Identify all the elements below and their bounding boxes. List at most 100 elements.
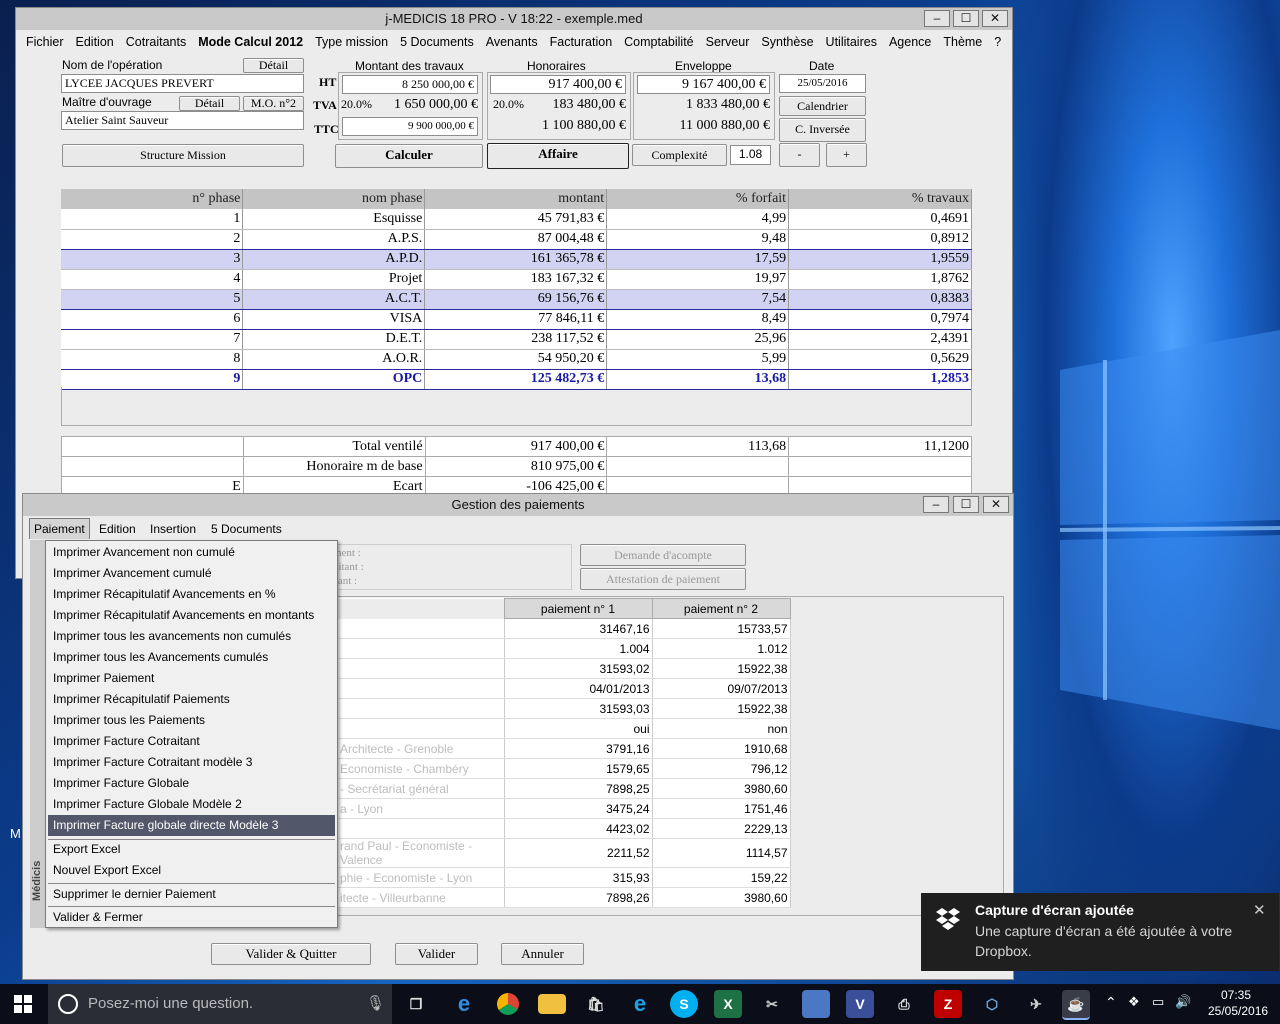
payment-cell[interactable]: 1910,68: [652, 738, 791, 759]
payment-cell[interactable]: 3980,60: [652, 887, 791, 908]
dropbox-notification[interactable]: Capture d'écran ajoutée Une capture d'éc…: [921, 893, 1279, 971]
menu-item-recap-paiements[interactable]: Imprimer Récapitulatif Paiements: [48, 689, 335, 710]
payment-menu-paiement[interactable]: Paiement: [29, 518, 90, 539]
c-inversee-button[interactable]: C. Inversée: [779, 118, 866, 142]
travaux-ttc-field[interactable]: 9 900 000,00 €: [342, 117, 478, 136]
skype-icon[interactable]: S: [670, 990, 698, 1018]
edge-icon[interactable]: e: [450, 990, 478, 1018]
menu-synthese[interactable]: Synthèse: [755, 35, 819, 49]
attestation-paiement-button[interactable]: Attestation de paiement: [580, 568, 746, 590]
payment-cell[interactable]: 7898,25: [504, 778, 653, 799]
menu-item-facture-globale-directe-modele-3[interactable]: Imprimer Facture globale directe Modèle …: [48, 815, 335, 836]
payment-cell[interactable]: 4423,02: [504, 818, 653, 839]
menu-comptabilite[interactable]: Comptabilité: [618, 35, 699, 49]
menu-edition[interactable]: Edition: [70, 35, 120, 49]
date-field[interactable]: 25/05/2016: [779, 74, 866, 93]
hon-ht-field[interactable]: 917 400,00 €: [490, 75, 626, 94]
payment-cell[interactable]: 1.004: [504, 638, 653, 659]
env-ht-field[interactable]: 9 167 400,00 €: [637, 75, 770, 94]
toast-close-icon[interactable]: ✕: [1253, 901, 1266, 919]
menu-fichier[interactable]: Fichier: [20, 35, 70, 49]
menu-facturation[interactable]: Facturation: [544, 35, 619, 49]
payment-titlebar[interactable]: Gestion des paiements – ☐ ✕: [23, 494, 1013, 516]
table-row[interactable]: Economiste - Chambéry 1579,65 796,12: [338, 758, 791, 779]
demande-acompte-button[interactable]: Demande d'acompte: [580, 544, 746, 566]
menu-theme[interactable]: Thème: [937, 35, 988, 49]
payment-minimize-button[interactable]: –: [923, 496, 949, 513]
complexite-field[interactable]: 1.08: [730, 145, 771, 165]
detail-operation-button[interactable]: Détail: [243, 58, 304, 73]
main-titlebar[interactable]: j-MEDICIS 18 PRO - V 18:22 - exemple.med…: [16, 8, 1012, 30]
payment-cell[interactable]: non: [652, 718, 791, 739]
payment-close-button[interactable]: ✕: [983, 496, 1009, 513]
table-row[interactable]: oui non: [338, 718, 791, 739]
close-button[interactable]: ✕: [982, 10, 1008, 27]
calculer-button[interactable]: Calculer: [335, 144, 483, 168]
task-view-icon[interactable]: ❐: [402, 990, 430, 1018]
travaux-ht-field[interactable]: 8 250 000,00 €: [342, 75, 478, 94]
menu-item-facture-globale-modele-2[interactable]: Imprimer Facture Globale Modèle 2: [48, 794, 335, 815]
menu-item-facture-cotraitant-modele-3[interactable]: Imprimer Facture Cotraitant modèle 3: [48, 752, 335, 773]
table-row[interactable]: 8 A.O.R. 54 950,20 €5,99 0,5629: [61, 349, 972, 370]
mo-2-button[interactable]: M.O. n°2: [243, 96, 304, 111]
menu-item-recap-avancements-montants[interactable]: Imprimer Récapitulatif Avancements en mo…: [48, 605, 335, 626]
clock-time[interactable]: 07:35: [1221, 988, 1251, 1002]
menu-utilitaires[interactable]: Utilitaires: [820, 35, 883, 49]
menu-item-supprimer-dernier-paiement[interactable]: Supprimer le dernier Paiement: [48, 884, 335, 905]
table-row[interactable]: - Secrétariat général 7898,25 3980,60: [338, 778, 791, 799]
menu-item-export-excel[interactable]: Export Excel: [48, 839, 335, 860]
menu-item-tous-avancements-non-cumules[interactable]: Imprimer tous les avancements non cumulé…: [48, 626, 335, 647]
table-row[interactable]: Architecte - Grenoble 3791,16 1910,68: [338, 738, 791, 759]
menu-agence[interactable]: Agence: [883, 35, 937, 49]
detail-mo-button[interactable]: Détail: [179, 96, 240, 111]
store-icon[interactable]: 🛍: [582, 990, 610, 1018]
printer-icon[interactable]: ⎙: [890, 990, 918, 1018]
menu-item-tous-avancements-cumules[interactable]: Imprimer tous les Avancements cumulés: [48, 647, 335, 668]
payment-menu-insertion[interactable]: Insertion: [150, 522, 196, 536]
table-row[interactable]: 2 A.P.S. 87 004,48 €9,48 0,8912: [61, 229, 972, 250]
table-row[interactable]: 31467,16 15733,57: [338, 618, 791, 639]
menu-item-valider-fermer[interactable]: Valider & Fermer: [48, 907, 335, 928]
menu-avenants[interactable]: Avenants: [480, 35, 544, 49]
payment-cell[interactable]: 315,93: [504, 867, 653, 888]
payment-cell[interactable]: 3475,24: [504, 798, 653, 819]
payment-cell[interactable]: 31467,16: [504, 618, 653, 639]
menu-item-facture-cotraitant[interactable]: Imprimer Facture Cotraitant: [48, 731, 335, 752]
payment-cell[interactable]: oui: [504, 718, 653, 739]
misc-app-icon[interactable]: ✈: [1022, 990, 1050, 1018]
valider-quitter-button[interactable]: Valider & Quitter: [211, 943, 371, 965]
table-row[interactable]: 6 VISA 77 846,11 €8,49 0,7974: [61, 309, 972, 330]
virtualbox-icon[interactable]: ⬡: [978, 990, 1006, 1018]
java-icon[interactable]: ☕: [1062, 990, 1090, 1020]
structure-mission-button[interactable]: Structure Mission: [62, 144, 304, 167]
nom-operation-field[interactable]: LYCEE JACQUES PREVERT: [61, 74, 304, 93]
menu-item-avancement-non-cumule[interactable]: Imprimer Avancement non cumulé: [48, 542, 335, 563]
payment-cell[interactable]: 1.012: [652, 638, 791, 659]
payment-cell[interactable]: 7898,26: [504, 887, 653, 908]
payment-cell[interactable]: 1579,65: [504, 758, 653, 779]
cortana-search-box[interactable]: Posez-moi une question. 🎙: [48, 984, 392, 1024]
payment-cell[interactable]: 159,22: [652, 867, 791, 888]
app-window-icon[interactable]: [802, 990, 830, 1018]
windows-start-icon[interactable]: [14, 995, 32, 1013]
tray-chevron-icon[interactable]: ⌃: [1105, 994, 1117, 1011]
table-row[interactable]: rand Paul - Economiste - Valence 2211,52 1…: [338, 838, 791, 868]
tray-network-icon[interactable]: ▭: [1152, 994, 1164, 1010]
payment-cell[interactable]: 1114,57: [652, 838, 791, 868]
valider-button[interactable]: Valider: [395, 943, 478, 965]
payment-cell[interactable]: 3791,16: [504, 738, 653, 759]
menu-mode-calcul[interactable]: Mode Calcul 2012: [192, 35, 309, 49]
menu-item-avancement-cumule[interactable]: Imprimer Avancement cumulé: [48, 563, 335, 584]
menu-5-documents[interactable]: 5 Documents: [394, 35, 480, 49]
clock-date[interactable]: 25/05/2016: [1208, 1004, 1268, 1018]
maitre-ouvrage-field[interactable]: Atelier Saint Sauveur: [61, 111, 304, 130]
tray-volume-icon[interactable]: 🔊: [1175, 994, 1191, 1010]
menu-serveur[interactable]: Serveur: [700, 35, 756, 49]
payment-cell[interactable]: 31593,03: [504, 698, 653, 719]
table-row[interactable]: 4 Projet 183 167,32 €19,97 1,8762: [61, 269, 972, 290]
menu-item-recap-avancements-pct[interactable]: Imprimer Récapitulatif Avancements en %: [48, 584, 335, 605]
microphone-icon[interactable]: 🎙: [366, 994, 385, 1012]
table-row[interactable]: 5 A.C.T. 69 156,76 €7,54 0,8383: [61, 289, 972, 310]
payment-cell[interactable]: 31593,02: [504, 658, 653, 679]
maximize-button[interactable]: ☐: [953, 10, 979, 27]
